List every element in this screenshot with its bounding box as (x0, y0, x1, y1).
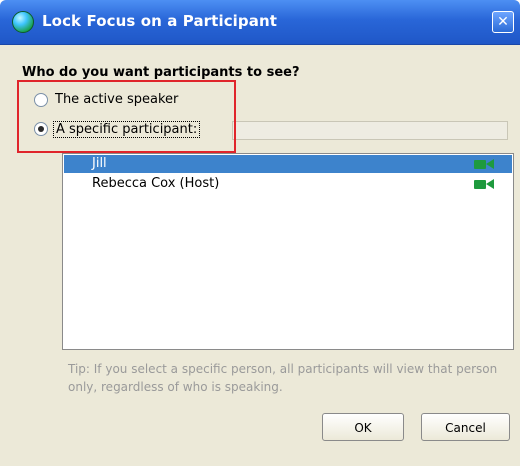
video-camera-icon (474, 159, 494, 170)
close-icon: ✕ (497, 14, 509, 30)
participant-row-jill[interactable]: Jill (64, 155, 512, 173)
close-button[interactable]: ✕ (492, 11, 514, 33)
participant-row-rebecca[interactable]: Rebecca Cox (Host) (64, 175, 512, 193)
lock-focus-dialog: Lock Focus on a Participant ✕ Who do you… (0, 0, 520, 466)
participant-name: Jill (92, 156, 107, 171)
video-camera-icon (474, 179, 494, 190)
participant-filter-strip (232, 121, 508, 140)
ok-button[interactable]: OK (322, 413, 404, 441)
tip-text: Tip: If you select a specific person, al… (68, 362, 498, 394)
participant-name: Rebecca Cox (Host) (92, 176, 220, 191)
participant-list[interactable]: Jill Rebecca Cox (Host) (62, 153, 514, 350)
cancel-button[interactable]: Cancel (421, 413, 510, 441)
title-bar[interactable]: Lock Focus on a Participant ✕ (0, 0, 520, 45)
question-heading: Who do you want participants to see? (22, 65, 300, 80)
dialog-title: Lock Focus on a Participant (42, 12, 278, 30)
annotation-highlight-box (17, 80, 236, 153)
app-globe-icon (12, 11, 34, 33)
